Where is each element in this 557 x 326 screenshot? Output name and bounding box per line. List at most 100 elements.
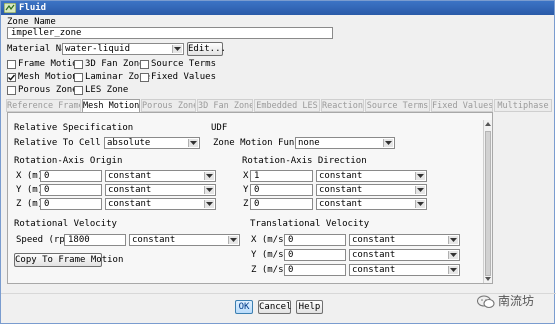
scroll-up-icon[interactable] (484, 120, 492, 129)
zone-motion-function-value: none (298, 138, 320, 148)
tab-3d-fan-zone[interactable]: 3D Fan Zone (197, 99, 253, 112)
origin-y-method-select[interactable]: constant (105, 184, 216, 196)
direction-x-method-select[interactable]: constant (316, 170, 427, 182)
help-button[interactable]: Help (296, 300, 323, 314)
speed-method-select[interactable]: constant (129, 234, 240, 246)
3d-fan-zone-label: 3D Fan Zone (85, 59, 145, 69)
chevron-down-icon (172, 45, 182, 53)
chevron-down-icon (415, 172, 425, 180)
origin-y-method: constant (108, 185, 152, 195)
panel-scrollbar[interactable] (483, 120, 492, 283)
fluent-app-icon (3, 2, 17, 14)
direction-x-input[interactable]: 1 (250, 170, 313, 182)
watermark: 南流坊 (476, 292, 535, 309)
chevron-down-icon (188, 139, 198, 147)
porous-zone-checkbox[interactable] (7, 86, 16, 95)
watermark-text: 南流坊 (498, 294, 535, 308)
trans-z-input[interactable]: 0 (284, 264, 346, 276)
mesh-motion-label: Mesh Motion (18, 72, 78, 82)
direction-y-method-select[interactable]: constant (316, 184, 427, 196)
relative-spec-heading: Relative Specification (14, 123, 134, 133)
chevron-down-icon (415, 186, 425, 194)
trans-x-method: constant (352, 235, 396, 245)
chevron-down-icon (204, 200, 214, 208)
origin-z-input[interactable]: 0 (40, 198, 102, 210)
translational-velocity-heading: Translational Velocity (250, 219, 370, 229)
direction-z-method: constant (319, 199, 363, 209)
footer-divider (1, 293, 556, 294)
trans-x-method-select[interactable]: constant (349, 234, 460, 246)
tab-multiphase[interactable]: Multiphase (494, 99, 552, 112)
scroll-thumb[interactable] (485, 131, 491, 276)
fixed-values-checkbox[interactable] (140, 73, 149, 82)
chevron-down-icon (448, 236, 458, 244)
rotation-origin-heading: Rotation-Axis Origin (14, 156, 123, 166)
source-terms-label: Source Terms (151, 59, 217, 69)
origin-z-method: constant (108, 199, 152, 209)
direction-z-method-select[interactable]: constant (316, 198, 427, 210)
laminar-zone-checkbox[interactable] (74, 73, 83, 82)
zone-motion-function-select[interactable]: none (295, 137, 395, 149)
cancel-button[interactable]: Cancel (258, 300, 292, 314)
chevron-down-icon (204, 186, 214, 194)
speed-method: constant (132, 235, 176, 245)
direction-z-label: Z (243, 199, 249, 209)
ok-button[interactable]: OK (235, 300, 253, 314)
tab-source-terms[interactable]: Source Terms (365, 99, 430, 112)
rotation-direction-heading: Rotation-Axis Direction (242, 156, 367, 166)
tab-reaction[interactable]: Reaction (321, 99, 364, 112)
porous-zone-label: Porous Zone (18, 85, 78, 95)
tab-embedded-les[interactable]: Embedded LES (254, 99, 320, 112)
direction-y-method: constant (319, 185, 363, 195)
title-bar[interactable]: Fluid (1, 1, 554, 15)
direction-y-input[interactable]: 0 (250, 184, 313, 196)
tab-reference-frame[interactable]: Reference Frame (6, 99, 81, 112)
trans-y-method-select[interactable]: constant (349, 249, 460, 261)
direction-x-label: X (243, 171, 249, 181)
chevron-down-icon (448, 251, 458, 259)
chevron-down-icon (448, 266, 458, 274)
les-zone-label: LES Zone (85, 85, 129, 95)
les-zone-checkbox[interactable] (74, 86, 83, 95)
direction-z-input[interactable]: 0 (250, 198, 313, 210)
check-icon (8, 74, 16, 81)
origin-z-method-select[interactable]: constant (105, 198, 216, 210)
3d-fan-zone-checkbox[interactable] (74, 60, 83, 69)
trans-z-method-select[interactable]: constant (349, 264, 460, 276)
trans-y-method: constant (352, 250, 396, 260)
chevron-down-icon (415, 200, 425, 208)
material-select[interactable]: water-liquid (62, 43, 184, 55)
tab-bar: Reference Frame Mesh Motion Porous Zone … (6, 99, 552, 113)
material-value: water-liquid (65, 44, 131, 54)
origin-x-input[interactable]: 0 (40, 170, 102, 182)
origin-y-input[interactable]: 0 (40, 184, 102, 196)
relative-to-cell-zone-value: absolute (107, 138, 151, 148)
udf-heading: UDF (211, 123, 228, 133)
tab-fixed-values[interactable]: Fixed Values (431, 99, 493, 112)
window-title: Fluid (19, 3, 47, 13)
zone-name-input[interactable]: impeller_zone (7, 27, 333, 39)
origin-x-method: constant (108, 171, 152, 181)
relative-to-cell-zone-select[interactable]: absolute (104, 137, 200, 149)
frame-motion-checkbox[interactable] (7, 60, 16, 69)
scroll-down-icon[interactable] (484, 274, 492, 283)
source-terms-checkbox[interactable] (140, 60, 149, 69)
mesh-motion-checkbox[interactable] (7, 73, 16, 82)
rotational-velocity-heading: Rotational Velocity (14, 219, 117, 229)
fluid-dialog: Fluid Zone Name impeller_zone Material N… (0, 0, 556, 324)
tab-mesh-motion[interactable]: Mesh Motion (82, 99, 140, 113)
origin-x-method-select[interactable]: constant (105, 170, 216, 182)
chevron-down-icon (204, 172, 214, 180)
direction-y-label: Y (243, 185, 249, 195)
edit-material-button[interactable]: Edit... (187, 42, 226, 56)
fixed-values-label: Fixed Values (151, 72, 217, 82)
chevron-down-icon (228, 236, 238, 244)
copy-to-frame-motion-button[interactable]: Copy To Frame Motion (14, 253, 123, 267)
tab-porous-zone[interactable]: Porous Zone (141, 99, 196, 112)
trans-z-method: constant (352, 265, 396, 275)
chevron-down-icon (383, 139, 393, 147)
trans-x-input[interactable]: 0 (284, 234, 346, 246)
speed-input[interactable]: 1800 (64, 234, 126, 246)
trans-y-input[interactable]: 0 (284, 249, 346, 261)
direction-x-method: constant (319, 171, 363, 181)
